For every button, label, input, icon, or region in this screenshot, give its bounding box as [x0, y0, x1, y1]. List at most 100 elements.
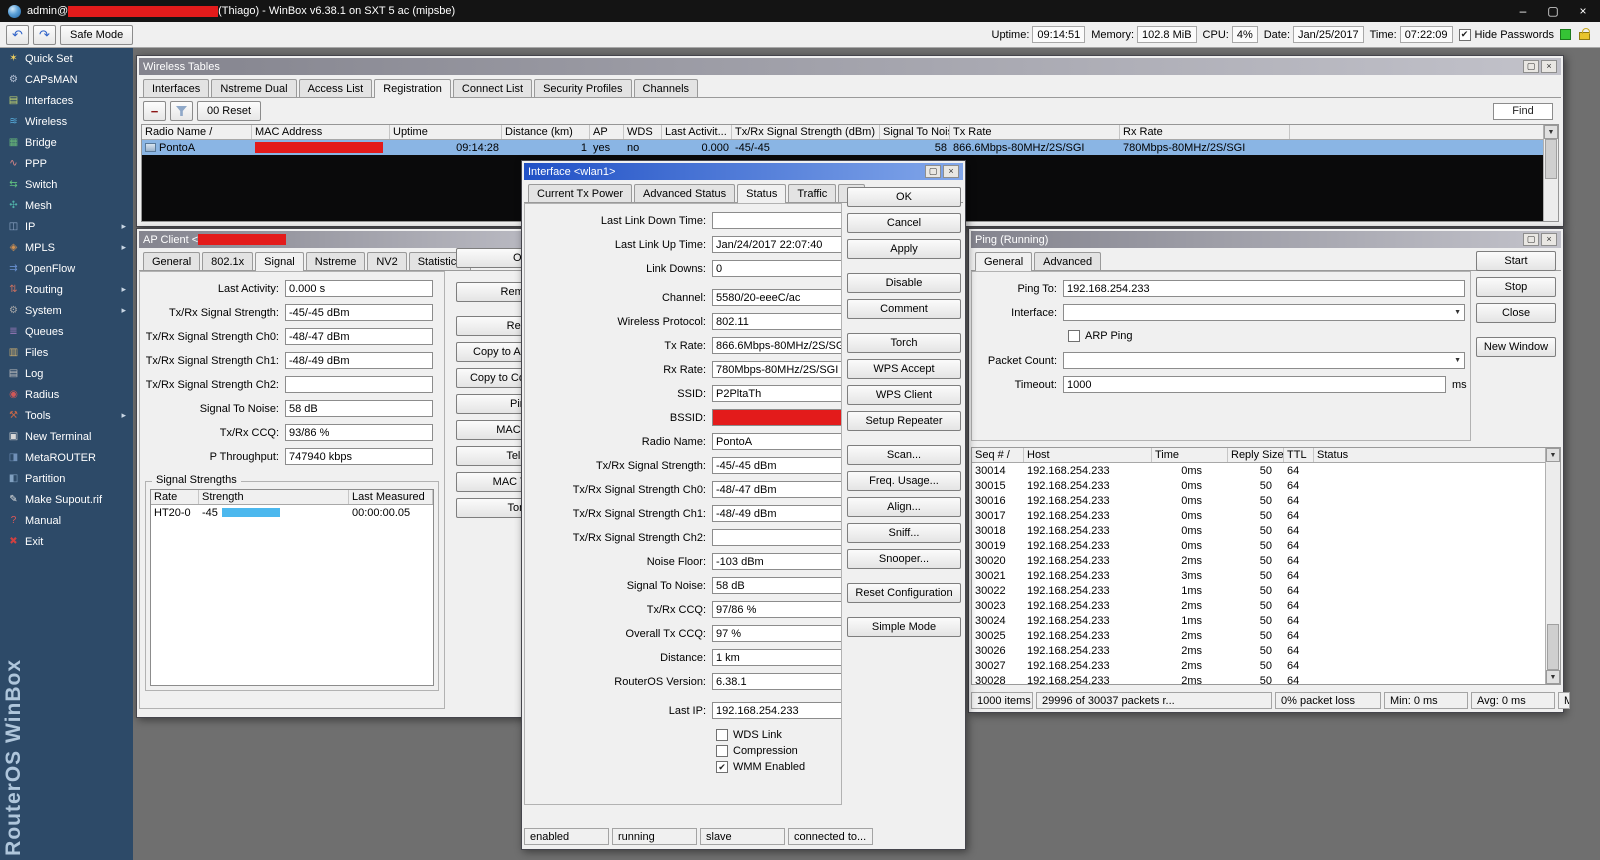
checkbox[interactable] [716, 729, 728, 741]
checkbox[interactable] [716, 761, 728, 773]
table-scrollbar[interactable]: ▼ [1543, 125, 1558, 221]
dialog-button[interactable]: Align... [847, 497, 961, 517]
sidebar-item[interactable]: ⚙ System [0, 300, 133, 321]
ping-result-row[interactable]: 30022 192.168.254.233 1ms 50 64 [972, 583, 1545, 598]
ping-result-row[interactable]: 30015 192.168.254.233 0ms 50 64 [972, 478, 1545, 493]
sidebar-item[interactable]: ◈ MPLS [0, 237, 133, 258]
sidebar-item[interactable]: ✣ Mesh [0, 195, 133, 216]
close-button[interactable]: × [1541, 233, 1557, 246]
column-header[interactable]: Rate [151, 490, 199, 504]
column-header[interactable]: Reply Size [1228, 448, 1284, 462]
ping-titlebar[interactable]: Ping (Running) ▢ × [971, 231, 1561, 248]
tab[interactable]: Access List [299, 79, 373, 97]
dropdown-icon[interactable]: ▼ [1454, 357, 1461, 364]
interface-titlebar[interactable]: Interface <wlan1> ▢ × [524, 163, 963, 180]
tab[interactable]: Advanced Status [634, 184, 735, 202]
scrollbar-thumb[interactable] [1547, 624, 1559, 670]
dialog-button[interactable]: Cancel [847, 213, 961, 233]
ping-result-row[interactable]: 30017 192.168.254.233 0ms 50 64 [972, 508, 1545, 523]
column-header[interactable]: Signal To Noise (d... [880, 125, 950, 139]
hide-passwords-toggle[interactable]: Hide Passwords [1459, 29, 1554, 41]
dialog-button[interactable]: Comment [847, 299, 961, 319]
sidebar-item[interactable]: ◧ Partition [0, 468, 133, 489]
redo-button[interactable]: ↷ [33, 25, 56, 45]
column-header[interactable]: Distance (km) [502, 125, 590, 139]
tab[interactable]: Advanced [1034, 252, 1101, 270]
checkbox-row[interactable]: Compression [716, 743, 836, 759]
column-header[interactable]: TTL [1284, 448, 1314, 462]
dialog-button[interactable]: WPS Accept [847, 359, 961, 379]
tab[interactable]: Status [737, 184, 786, 203]
tab[interactable]: Current Tx Power [528, 184, 632, 202]
ping-to-input[interactable]: 192.168.254.233 [1063, 280, 1465, 297]
tab[interactable]: 802.1x [202, 252, 253, 270]
sidebar-item[interactable]: ✖ Exit [0, 531, 133, 552]
tab[interactable]: Signal [255, 252, 304, 271]
column-header[interactable]: Tx Rate [950, 125, 1120, 139]
hide-passwords-checkbox[interactable] [1459, 29, 1471, 41]
dialog-button[interactable]: Snooper... [847, 549, 961, 569]
wireless-tables-titlebar[interactable]: Wireless Tables ▢ × [139, 58, 1561, 75]
column-selector-button[interactable]: ▼ [1546, 448, 1560, 462]
ping-result-row[interactable]: 30024 192.168.254.233 1ms 50 64 [972, 613, 1545, 628]
ping-result-row[interactable]: 30027 192.168.254.233 2ms 50 64 [972, 658, 1545, 673]
dialog-button[interactable]: Freq. Usage... [847, 471, 961, 491]
ping-result-row[interactable]: 30028 192.168.254.233 2ms 50 64 [972, 673, 1545, 684]
dialog-button[interactable]: Torch [847, 333, 961, 353]
column-header[interactable]: Rx Rate [1120, 125, 1290, 139]
maximize-button[interactable]: ▢ [1523, 60, 1539, 73]
ping-result-row[interactable]: 30026 192.168.254.233 2ms 50 64 [972, 643, 1545, 658]
dialog-button[interactable]: Simple Mode [847, 617, 961, 637]
minimize-button[interactable]: – [1508, 1, 1538, 21]
arp-ping-checkbox[interactable] [1068, 330, 1080, 342]
sidebar-item[interactable]: ⚒ Tools [0, 405, 133, 426]
column-header[interactable]: MAC Address [252, 125, 390, 139]
sidebar-item[interactable]: ⇉ OpenFlow [0, 258, 133, 279]
tab[interactable]: General [975, 252, 1032, 271]
dropdown-icon[interactable]: ▼ [1454, 309, 1461, 316]
sidebar-item[interactable]: ≣ Queues [0, 321, 133, 342]
column-header[interactable]: Seq # / [972, 448, 1024, 462]
scrollbar-track[interactable] [1544, 139, 1558, 221]
ping-result-row[interactable]: 30019 192.168.254.233 0ms 50 64 [972, 538, 1545, 553]
find-button[interactable]: Find [1493, 103, 1553, 120]
ping-result-row[interactable]: 30021 192.168.254.233 3ms 50 64 [972, 568, 1545, 583]
tab[interactable]: Registration [374, 79, 451, 98]
column-header[interactable]: Strength [199, 490, 349, 504]
safe-mode-button[interactable]: Safe Mode [60, 25, 133, 45]
column-header[interactable]: Uptime [390, 125, 502, 139]
column-selector-button[interactable]: ▼ [1544, 125, 1558, 139]
table-scrollbar[interactable]: ▼ ▼ [1545, 448, 1560, 684]
column-selector-button[interactable]: ▼ [433, 490, 434, 504]
column-header[interactable]: Tx/Rx Signal Strength (dBm) [732, 125, 880, 139]
dialog-button[interactable]: Apply [847, 239, 961, 259]
ping-result-row[interactable]: 30014 192.168.254.233 0ms 50 64 [972, 463, 1545, 478]
maximize-button[interactable]: ▢ [925, 165, 941, 178]
reset-button[interactable]: 00 Reset [197, 101, 261, 121]
maximize-button[interactable]: ▢ [1523, 233, 1539, 246]
sidebar-item[interactable]: ▣ New Terminal [0, 426, 133, 447]
undo-button[interactable]: ↶ [6, 25, 29, 45]
dialog-button[interactable]: New Window [1476, 337, 1556, 357]
column-header[interactable]: Last Activit... [662, 125, 732, 139]
close-button[interactable]: × [1541, 60, 1557, 73]
column-header[interactable]: Status [1314, 448, 1545, 462]
column-header[interactable]: Radio Name / [142, 125, 252, 139]
tab[interactable]: Nstreme [306, 252, 366, 270]
column-header[interactable]: WDS [624, 125, 662, 139]
dialog-button[interactable]: Close [1476, 303, 1556, 323]
sidebar-item[interactable]: ▤ Log [0, 363, 133, 384]
tab[interactable]: Nstreme Dual [211, 79, 296, 97]
ping-result-row[interactable]: 30018 192.168.254.233 0ms 50 64 [972, 523, 1545, 538]
close-button[interactable]: × [1568, 1, 1598, 21]
tab[interactable]: Connect List [453, 79, 532, 97]
sidebar-item[interactable]: ◉ Radius [0, 384, 133, 405]
sidebar-item[interactable]: ▤ Interfaces [0, 90, 133, 111]
dialog-button[interactable]: Reset Configuration [847, 583, 961, 603]
tab[interactable]: Traffic [788, 184, 836, 202]
scroll-down-button[interactable]: ▼ [1546, 670, 1560, 684]
ping-result-row[interactable]: 30025 192.168.254.233 2ms 50 64 [972, 628, 1545, 643]
column-header[interactable]: Time [1152, 448, 1228, 462]
timeout-input[interactable]: 1000 [1063, 376, 1446, 393]
interface-dropdown[interactable]: ▼ [1063, 304, 1465, 321]
